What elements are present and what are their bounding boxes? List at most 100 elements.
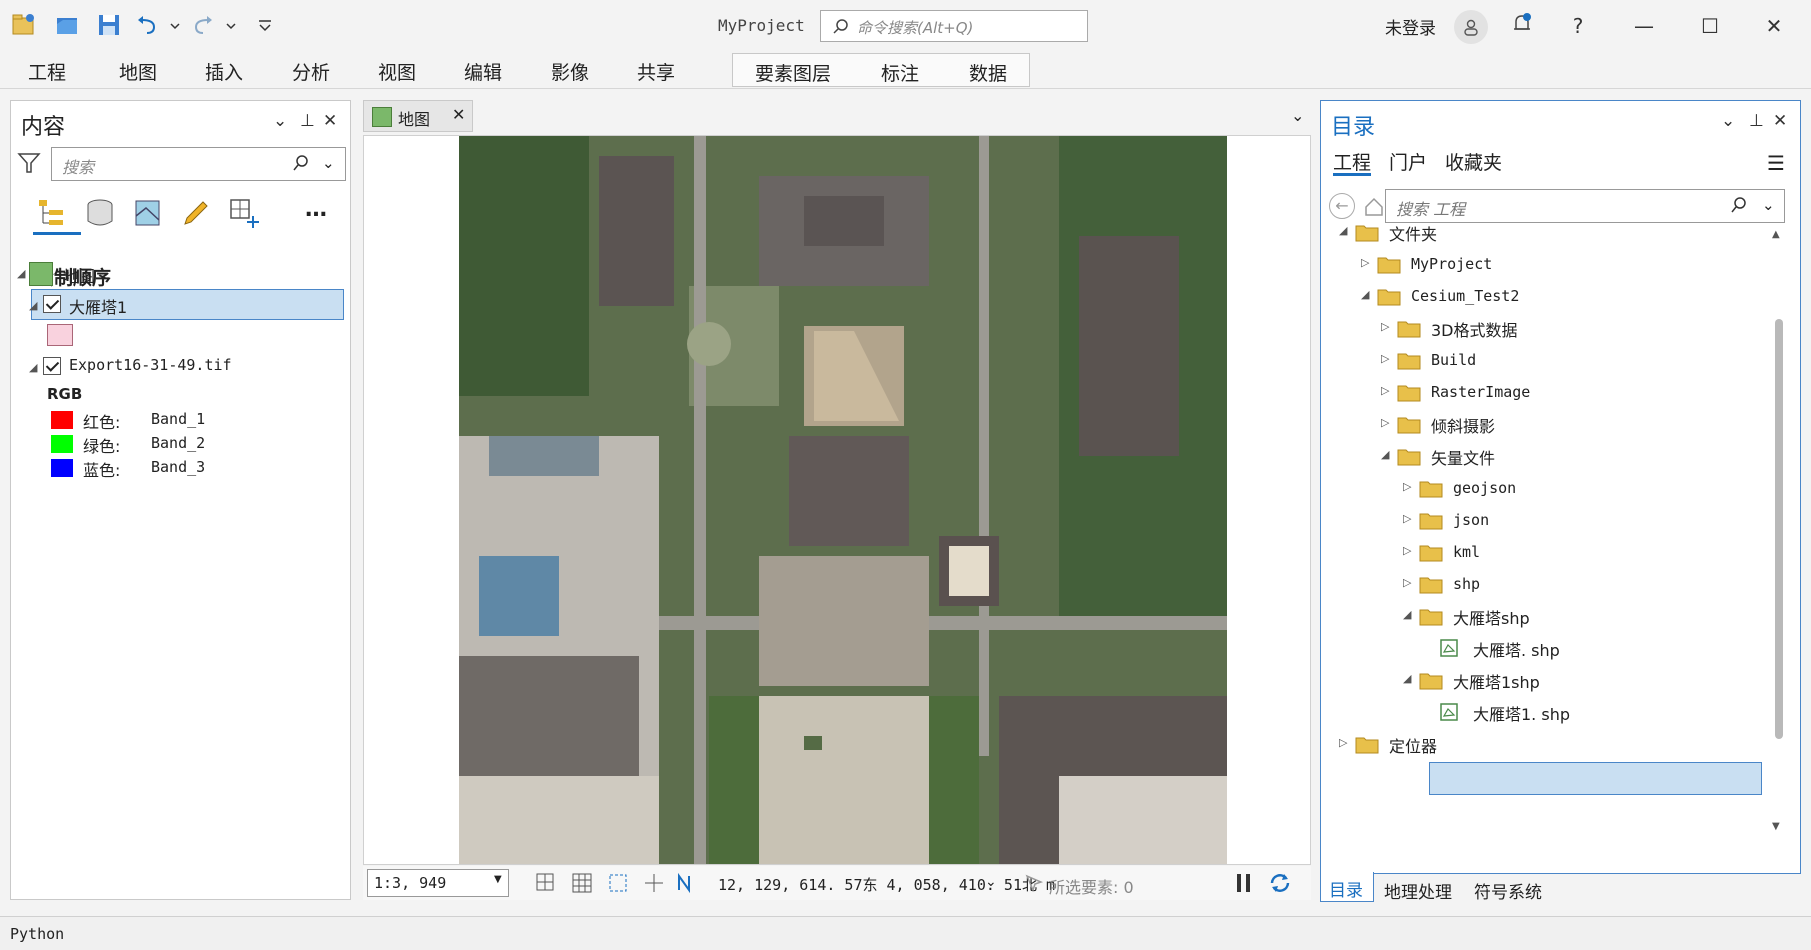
tab-share[interactable]: 共享 [637,58,675,85]
notification-icon[interactable] [1508,12,1536,40]
list-by-editing-icon[interactable] [179,196,213,230]
catalog-tree-item[interactable]: ◢ 大雁塔1shp [1321,665,1761,695]
map-canvas[interactable] [363,135,1311,865]
catalog-tree-item[interactable]: 大雁塔1. shp [1321,697,1761,727]
close-icon[interactable]: ✕ [1760,12,1788,40]
catalog-tree-item[interactable]: ▷ MyProject [1321,249,1761,279]
hamburger-menu-icon[interactable]: ☰ [1767,151,1785,175]
pane-options-icon[interactable]: ⌄ [1721,111,1735,131]
tab-project[interactable]: 工程 [28,58,66,85]
more-options-icon[interactable]: … [305,197,327,222]
dropdown-arrow-icon[interactable]: ▼ [494,874,502,885]
list-by-snapping-icon[interactable] [227,196,261,230]
undo-icon[interactable] [134,12,160,38]
collapse-arrow-icon[interactable]: ◢ [1361,288,1369,301]
catalog-tree-item[interactable]: ▷ geojson [1321,473,1761,503]
open-project-icon[interactable] [54,12,80,38]
catalog-tree-item[interactable]: ▷ Build [1321,345,1761,375]
satellite-imagery[interactable] [459,136,1227,865]
north-arrow-icon[interactable] [675,872,699,898]
expand-arrow-icon[interactable]: ▷ [1381,384,1389,397]
snapping-icon[interactable] [607,872,629,898]
tab-insert[interactable]: 插入 [205,58,243,85]
chevron-down-icon[interactable]: ⌄ [322,154,335,172]
pane-options-icon[interactable]: ⌄ [273,111,287,131]
bottom-tab-catalog[interactable]: 目录 [1329,876,1363,901]
catalog-tree-item[interactable]: ◢ 文件夹 [1321,217,1761,247]
table-icon[interactable] [571,872,593,898]
help-icon[interactable]: ? [1564,12,1592,40]
expand-arrow-icon[interactable]: ▷ [1381,416,1389,429]
collapse-arrow-icon[interactable]: ◢ [1381,448,1389,461]
maximize-icon[interactable]: ☐ [1696,12,1724,40]
list-by-selection-icon[interactable] [131,196,165,230]
catalog-tab-favorites[interactable]: 收藏夹 [1445,148,1502,175]
catalog-tree-item[interactable]: ◢ 矢量文件 [1321,441,1761,471]
expand-arrow-icon[interactable]: ▷ [1381,352,1389,365]
collapse-layer-icon[interactable]: ◢ [29,299,37,312]
catalog-tree-item[interactable]: ▷ shp [1321,569,1761,599]
tab-feature-layer[interactable]: 要素图层 [755,59,831,86]
collapse-arrow-icon[interactable]: ◢ [1403,608,1411,621]
login-status[interactable]: 未登录 [1385,14,1436,39]
catalog-tree-item[interactable]: ▷ 3D格式数据 [1321,313,1761,343]
redo-dropdown-icon[interactable] [218,12,236,38]
grid-icon[interactable] [535,872,557,898]
polygon-symbol-swatch[interactable] [47,324,73,346]
scrollbar-thumb[interactable] [1775,319,1783,739]
filter-icon[interactable] [17,151,41,179]
bottom-tab-symbology[interactable]: 符号系统 [1474,878,1542,903]
collapse-arrow-icon[interactable]: ◢ [1339,224,1347,237]
tab-imagery[interactable]: 影像 [551,58,589,85]
layer-name[interactable]: 大雁塔1 [69,294,127,318]
selection-icon[interactable] [1023,872,1045,898]
undo-dropdown-icon[interactable] [162,12,180,38]
collapse-arrow-icon[interactable]: ◢ [1403,672,1411,685]
bottom-tab-geoprocessing[interactable]: 地理处理 [1384,878,1452,903]
layer-visibility-checkbox[interactable] [43,295,61,313]
python-window-tab[interactable]: Python [0,916,1811,950]
save-project-icon[interactable] [96,12,122,38]
customize-icon[interactable] [252,12,278,38]
close-tab-icon[interactable]: ✕ [452,105,465,124]
close-pane-icon[interactable]: ✕ [1773,111,1787,131]
tab-analysis[interactable]: 分析 [292,58,330,85]
expand-arrow-icon[interactable]: ▷ [1403,480,1411,493]
tab-labeling[interactable]: 标注 [881,59,919,86]
expand-arrow-icon[interactable]: ▷ [1403,576,1411,589]
tab-edit[interactable]: 编辑 [464,58,502,85]
expand-arrow-icon[interactable]: ▷ [1381,320,1389,333]
list-by-drawing-order-icon[interactable] [35,196,69,230]
raster-visibility-checkbox[interactable] [43,357,61,375]
new-project-icon[interactable] [10,12,36,38]
back-arrow-icon[interactable]: ← [1329,193,1355,219]
tab-view[interactable]: 视图 [378,58,416,85]
tab-map-view[interactable]: 地图 ✕ [363,100,473,132]
crosshair-icon[interactable] [643,872,665,898]
collapse-raster-icon[interactable]: ◢ [29,361,37,374]
expand-arrow-icon[interactable]: ▷ [1403,512,1411,525]
catalog-tree-item[interactable]: ▷ 定位器 [1321,729,1761,759]
bottom-tab-catalog-box[interactable]: 目录 [1320,872,1374,902]
contents-search-input[interactable]: 搜索 ⌄ [51,147,346,181]
expand-arrow-icon[interactable]: ▷ [1361,256,1369,269]
chevron-down-icon[interactable]: ⌄ [1762,196,1775,214]
tab-map[interactable]: 地图 [119,58,157,85]
minimize-icon[interactable]: — [1630,12,1658,40]
catalog-tree-item[interactable]: ◢ 大雁塔shp [1321,601,1761,631]
command-search-input[interactable]: 命令搜索(Alt+Q) [820,10,1088,42]
redo-icon[interactable] [190,12,216,38]
pin-icon[interactable]: ⊥ [1749,111,1764,131]
scale-selector[interactable]: 1:3, 949 ▼ [367,869,509,897]
catalog-scrollbar[interactable]: ▲ ▼ [1772,229,1786,835]
catalog-tab-project[interactable]: 工程 [1333,148,1371,175]
expand-arrow-icon[interactable]: ▷ [1403,544,1411,557]
collapse-map-icon[interactable]: ◢ [17,267,25,280]
list-by-source-icon[interactable] [83,196,117,230]
pin-icon[interactable]: ⊥ [300,111,315,131]
raster-layer-name[interactable]: Export16-31-49.tif [69,356,232,374]
chevron-down-icon[interactable]: ⌄ [985,874,997,890]
scroll-down-icon[interactable]: ▼ [1772,821,1780,832]
close-pane-icon[interactable]: ✕ [323,111,337,131]
catalog-tree-item[interactable]: ▷ RasterImage [1321,377,1761,407]
